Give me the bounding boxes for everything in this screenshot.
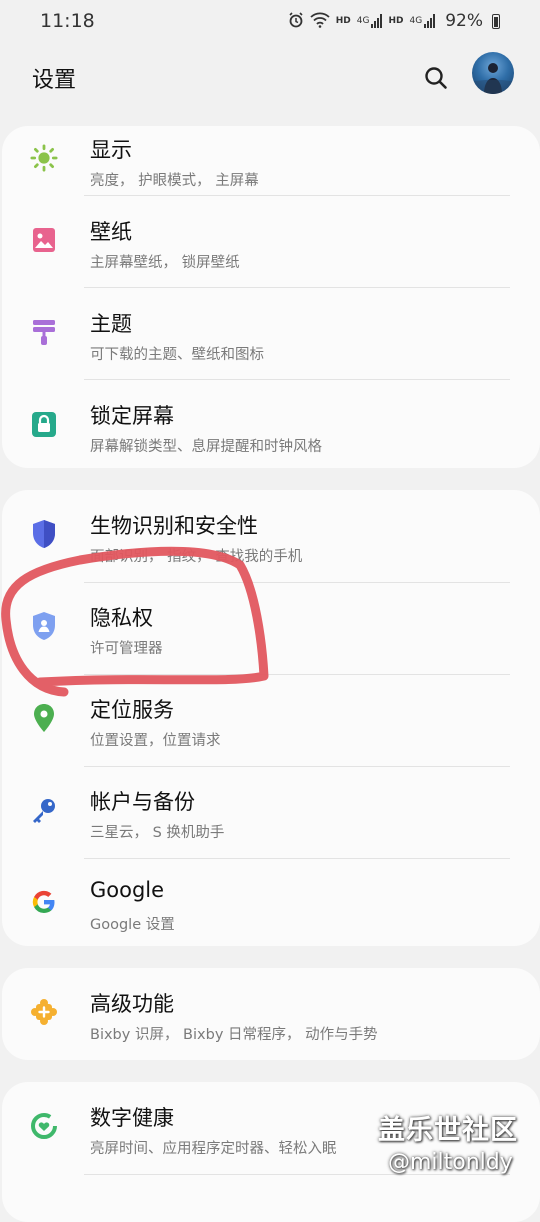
settings-item-subtitle: 屏幕解锁类型、息屏提醒和时钟风格	[90, 439, 322, 455]
settings-group-2: 生物识别和安全性 面部识别， 指纹， 查找我的手机 隐私权 许可管理器 定位服务…	[2, 490, 540, 946]
settings-item-subtitle: 许可管理器	[90, 641, 163, 657]
watermark-title: 盖乐世社区	[378, 1115, 518, 1146]
hd-label-1: HD	[335, 16, 351, 26]
settings-item-google[interactable]: Google Google 设置	[2, 858, 540, 946]
google-icon	[30, 888, 58, 916]
battery-percent: 92%	[445, 11, 483, 31]
status-bar: 11:18 HD 4G HD 4G 92%	[0, 0, 540, 46]
shield-icon	[30, 520, 58, 548]
settings-item-subtitle: Bixby 识屏， Bixby 日常程序， 动作与手势	[90, 1027, 378, 1043]
settings-item-title: 隐私权	[90, 606, 153, 630]
page-title: 设置	[32, 68, 77, 93]
hd-label-2: HD	[388, 16, 404, 26]
lock-icon	[30, 410, 58, 438]
picture-icon	[30, 226, 58, 254]
settings-item-title: 高级功能	[90, 992, 174, 1016]
settings-item-subtitle: 三星云， S 换机助手	[90, 825, 225, 841]
settings-item-lock-screen[interactable]: 锁定屏幕 屏幕解锁类型、息屏提醒和时钟风格	[2, 380, 540, 468]
header: 设置	[0, 50, 540, 110]
settings-item-subtitle: 可下载的主题、壁纸和图标	[90, 347, 264, 363]
settings-item-title: 显示	[90, 138, 132, 162]
settings-item-biometrics[interactable]: 生物识别和安全性 面部识别， 指纹， 查找我的手机	[2, 490, 540, 582]
settings-item-title: 壁纸	[90, 220, 132, 244]
signal-icon-2	[424, 14, 436, 28]
settings-item-title: 数字健康	[90, 1106, 174, 1130]
settings-group-1: 显示 亮度， 护眼模式， 主屏幕 壁纸 主屏幕壁纸， 锁屏壁纸 主题 可下载的主…	[2, 126, 540, 468]
wifi-icon	[310, 12, 330, 31]
settings-item-accounts-backup[interactable]: 帐户与备份 三星云， S 换机助手	[2, 766, 540, 858]
paintbrush-icon	[30, 318, 58, 346]
signal-icon	[371, 14, 383, 28]
settings-item-subtitle: Google 设置	[90, 917, 175, 933]
search-icon	[425, 67, 447, 89]
status-time: 11:18	[40, 10, 95, 32]
settings-item-subtitle: 位置设置，位置请求	[90, 733, 221, 749]
network-label-2: 4G	[409, 16, 423, 26]
search-button[interactable]	[418, 60, 454, 96]
settings-item-themes[interactable]: 主题 可下载的主题、壁纸和图标	[2, 288, 540, 380]
settings-item-display[interactable]: 显示 亮度， 护眼模式， 主屏幕	[2, 126, 540, 206]
settings-item-subtitle: 面部识别， 指纹， 查找我的手机	[90, 549, 303, 565]
settings-item-title: 生物识别和安全性	[90, 514, 258, 538]
privacy-shield-icon	[30, 612, 58, 640]
puzzle-icon	[30, 998, 58, 1026]
settings-item-subtitle: 主屏幕壁纸， 锁屏壁纸	[90, 255, 240, 271]
key-icon	[30, 796, 58, 824]
sun-icon	[30, 144, 58, 172]
settings-item-title: 锁定屏幕	[90, 404, 174, 428]
settings-item-subtitle: 亮度， 护眼模式， 主屏幕	[90, 173, 259, 189]
settings-group-3: 高级功能 Bixby 识屏， Bixby 日常程序， 动作与手势	[2, 968, 540, 1060]
settings-item-advanced-features[interactable]: 高级功能 Bixby 识屏， Bixby 日常程序， 动作与手势	[2, 968, 540, 1060]
battery-icon	[492, 13, 500, 29]
avatar[interactable]	[472, 52, 514, 94]
settings-item-title: 定位服务	[90, 698, 174, 722]
settings-item-location[interactable]: 定位服务 位置设置，位置请求	[2, 674, 540, 766]
settings-item-privacy[interactable]: 隐私权 许可管理器	[2, 582, 540, 674]
settings-item-wallpaper[interactable]: 壁纸 主屏幕壁纸， 锁屏壁纸	[2, 196, 540, 288]
watermark-handle: @miltonldy	[388, 1150, 513, 1175]
alarm-icon	[288, 11, 304, 31]
network-label-1: 4G	[356, 16, 370, 26]
settings-item-title: 主题	[90, 312, 132, 336]
settings-item-title: 帐户与备份	[90, 790, 195, 814]
wellbeing-icon	[30, 1112, 58, 1140]
settings-item-title: Google	[90, 878, 165, 902]
location-pin-icon	[30, 704, 58, 732]
status-icons: HD 4G HD 4G 92%	[288, 11, 500, 31]
settings-item-subtitle: 亮屏时间、应用程序定时器、轻松入眠	[90, 1141, 337, 1157]
